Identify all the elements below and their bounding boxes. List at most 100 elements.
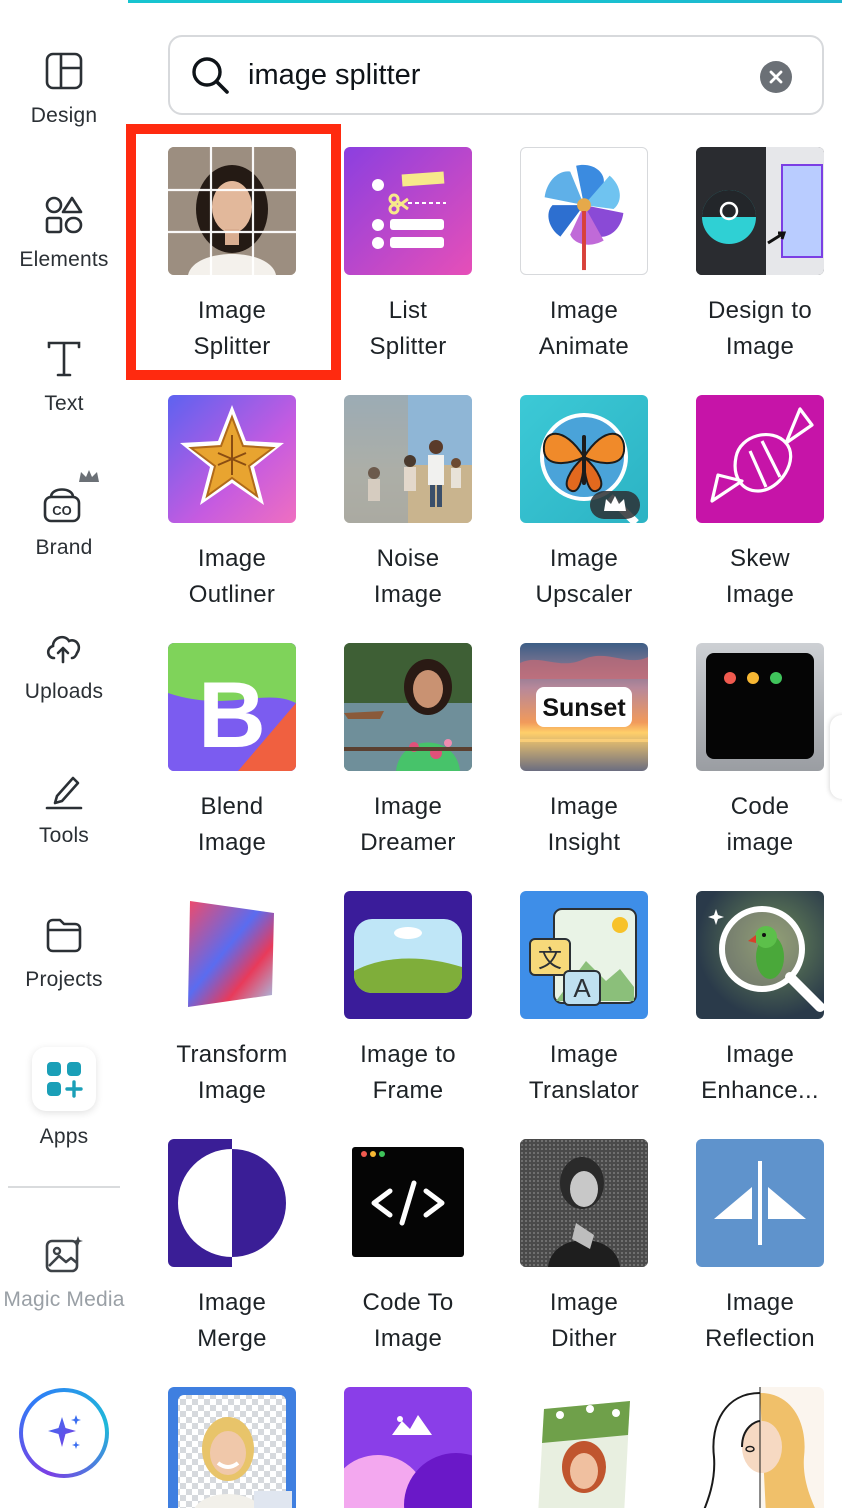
app-tile-image-merge[interactable]: Image Merge bbox=[152, 1139, 312, 1357]
app-thumbnail bbox=[696, 1387, 824, 1508]
app-tile-list-splitter[interactable]: List Splitter bbox=[328, 147, 488, 365]
app-tile-design-to-image[interactable]: Design to Image bbox=[680, 147, 840, 365]
sidebar-item-apps[interactable]: Apps bbox=[0, 1047, 128, 1149]
app-label: Noise Image bbox=[373, 545, 443, 608]
app-label: Code To Image bbox=[362, 1289, 454, 1352]
sidebar: Design Elements Text CO Brand Uploads To… bbox=[0, 0, 128, 1508]
app-label: List Splitter bbox=[369, 297, 447, 360]
app-label: Image Dreamer bbox=[360, 793, 456, 856]
app-tile-background-remover[interactable] bbox=[152, 1387, 312, 1508]
app-tile-image-dreamer[interactable]: Image Dreamer bbox=[328, 643, 488, 861]
design-layout-icon bbox=[41, 48, 87, 94]
selection-highlight bbox=[126, 124, 341, 380]
app-tile-blend-image[interactable]: B Blend Image bbox=[152, 643, 312, 861]
app-label: Transform Image bbox=[176, 1041, 288, 1104]
sidebar-item-tools[interactable]: Tools bbox=[0, 768, 128, 848]
app-tile-image-dither[interactable]: Image Dither bbox=[504, 1139, 664, 1357]
app-label: Image Outliner bbox=[188, 545, 276, 608]
shapes-icon bbox=[41, 192, 87, 238]
svg-text:CO: CO bbox=[52, 503, 72, 518]
sidebar-item-magic-media[interactable]: Magic Media bbox=[0, 1232, 128, 1312]
app-thumbnail bbox=[168, 891, 296, 1019]
sidebar-item-label: Apps bbox=[39, 1125, 89, 1148]
app-tile-sketch-image[interactable] bbox=[680, 1387, 840, 1508]
app-label: Blend Image bbox=[197, 793, 267, 856]
app-label: Image Insight bbox=[547, 793, 621, 856]
sidebar-item-label: Elements bbox=[19, 248, 109, 271]
app-thumbnail: Sunset bbox=[520, 643, 648, 771]
app-tile-image-reflection[interactable]: Image Reflection bbox=[680, 1139, 840, 1357]
app-tile-image-shapes[interactable] bbox=[328, 1387, 488, 1508]
cloud-upload-icon bbox=[41, 624, 87, 670]
app-tile-code-image[interactable]: Code image bbox=[680, 643, 840, 861]
text-t-icon bbox=[41, 336, 87, 382]
sidebar-item-uploads[interactable]: Uploads bbox=[0, 624, 128, 704]
svg-text:A: A bbox=[573, 973, 591, 1003]
app-tile-image-insight[interactable]: Sunset Image Insight bbox=[504, 643, 664, 861]
app-tile-transform-image[interactable]: Transform Image bbox=[152, 891, 312, 1109]
sidebar-item-projects[interactable]: Projects bbox=[0, 912, 128, 992]
app-thumbnail bbox=[344, 395, 472, 523]
app-tile-image-to-frame[interactable]: Image to Frame bbox=[328, 891, 488, 1109]
sidebar-item-label: Magic Media bbox=[3, 1288, 125, 1311]
sidebar-item-text[interactable]: Text bbox=[0, 336, 128, 416]
app-tile-code-to-image[interactable]: Code To Image bbox=[328, 1139, 488, 1357]
apps-grid-icon bbox=[32, 1047, 96, 1111]
app-tile-image-tilt[interactable] bbox=[504, 1387, 664, 1508]
search-bar bbox=[168, 35, 824, 115]
app-tile-image-animate[interactable]: Image Animate bbox=[504, 147, 664, 365]
search-icon bbox=[192, 57, 229, 94]
app-label: Skew Image bbox=[725, 545, 795, 608]
sidebar-item-elements[interactable]: Elements bbox=[0, 192, 128, 272]
app-label: Code image bbox=[726, 793, 794, 856]
app-thumbnail bbox=[696, 395, 824, 523]
close-icon bbox=[769, 70, 783, 84]
app-tile-noise-image[interactable]: Noise Image bbox=[328, 395, 488, 613]
crown-icon bbox=[79, 470, 99, 482]
app-thumbnail bbox=[696, 643, 824, 771]
app-tile-image-translator[interactable]: 文 A Image Translator bbox=[504, 891, 664, 1109]
app-thumbnail bbox=[520, 395, 648, 523]
app-tile-image-enhancer[interactable]: Image Enhance... bbox=[680, 891, 840, 1109]
clear-search-button[interactable] bbox=[760, 61, 792, 93]
svg-text:B: B bbox=[198, 662, 266, 767]
svg-text:文: 文 bbox=[538, 945, 562, 973]
app-label: Image Animate bbox=[538, 297, 630, 360]
sidebar-item-label: Projects bbox=[25, 968, 103, 991]
search-input[interactable] bbox=[248, 58, 728, 92]
app-thumbnail bbox=[168, 395, 296, 523]
sidebar-item-label: Brand bbox=[35, 536, 93, 559]
app-thumbnail bbox=[520, 1387, 648, 1508]
app-label: Image Upscaler bbox=[535, 545, 633, 608]
app-thumbnail bbox=[344, 1139, 472, 1267]
magic-image-icon bbox=[41, 1232, 87, 1278]
app-label: Image Merge bbox=[197, 1289, 267, 1352]
app-thumbnail bbox=[168, 1387, 296, 1508]
app-label: Design to Image bbox=[707, 297, 813, 360]
app-tile-image-outliner[interactable]: Image Outliner bbox=[152, 395, 312, 613]
app-thumbnail bbox=[696, 891, 824, 1019]
app-thumbnail bbox=[344, 643, 472, 771]
app-thumbnail: 文 A bbox=[520, 891, 648, 1019]
app-label: Image Translator bbox=[528, 1041, 640, 1104]
app-tile-skew-image[interactable]: Skew Image bbox=[680, 395, 840, 613]
pen-tool-icon bbox=[41, 768, 87, 814]
app-thumbnail bbox=[696, 147, 824, 275]
sidebar-item-brand[interactable]: CO Brand bbox=[0, 470, 128, 560]
sidebar-item-label: Tools bbox=[38, 824, 90, 847]
folder-icon bbox=[41, 912, 87, 958]
app-thumbnail bbox=[344, 891, 472, 1019]
app-thumbnail bbox=[344, 1387, 472, 1508]
sidebar-item-label: Uploads bbox=[24, 680, 104, 703]
scroll-handle[interactable] bbox=[830, 715, 842, 799]
app-tile-image-upscaler[interactable]: Image Upscaler bbox=[504, 395, 664, 613]
app-label: Image Enhance... bbox=[701, 1041, 819, 1104]
app-label: Image Reflection bbox=[705, 1289, 815, 1352]
sparkle-icon bbox=[48, 1415, 81, 1449]
app-label: Image to Frame bbox=[360, 1041, 456, 1104]
app-thumbnail bbox=[520, 147, 648, 275]
app-thumbnail bbox=[696, 1139, 824, 1267]
sidebar-item-design[interactable]: Design bbox=[0, 48, 128, 128]
magic-assistant-button[interactable] bbox=[19, 1388, 109, 1478]
app-thumbnail bbox=[344, 147, 472, 275]
